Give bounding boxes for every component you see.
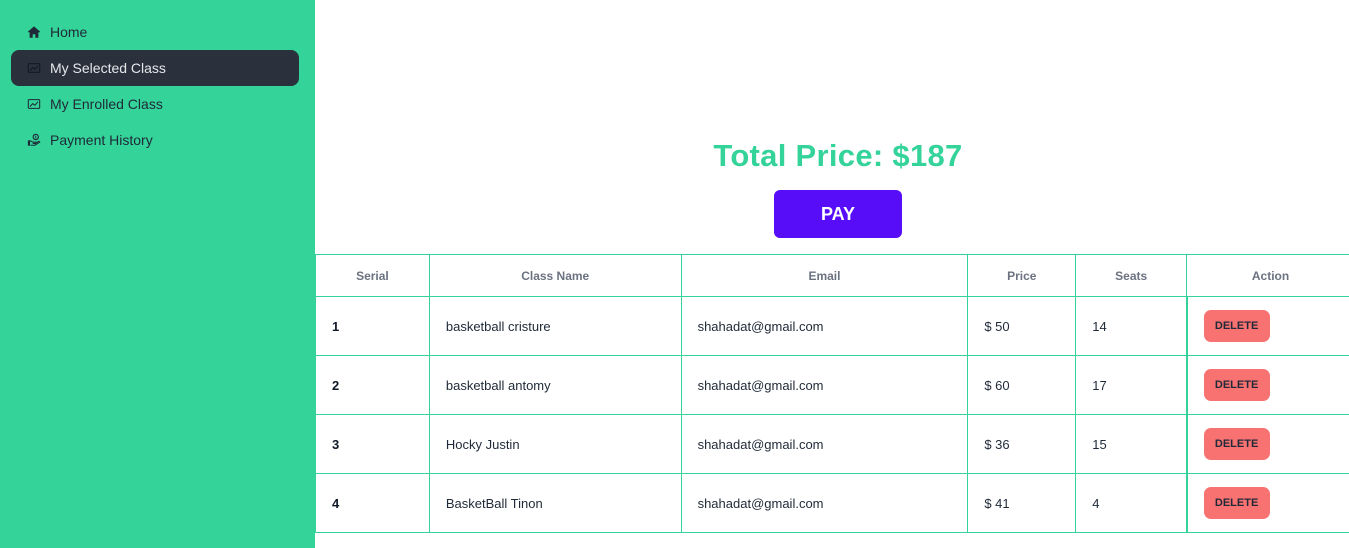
sidebar: Home My Selected Class My Enrolled Class… <box>0 0 315 548</box>
price-cell: $ 36 <box>967 414 1077 474</box>
chart-icon <box>27 61 41 75</box>
hand-coins-icon <box>27 133 41 147</box>
chart-icon <box>27 97 41 111</box>
selected-classes-table: Serial Class Name Email Price Seats Acti… <box>315 254 1349 533</box>
delete-button[interactable]: DELETE <box>1203 310 1270 342</box>
seats-cell: 4 <box>1075 473 1188 533</box>
column-header-class-name: Class Name <box>428 254 682 297</box>
seats-cell: 15 <box>1075 414 1188 474</box>
home-icon <box>27 25 41 39</box>
table-row: 1 basketball cristure shahadat@gmail.com… <box>315 296 1349 356</box>
sidebar-item-label: Home <box>50 24 88 40</box>
table-header-row: Serial Class Name Email Price Seats Acti… <box>315 254 1349 297</box>
action-cell: DELETE <box>1185 473 1349 533</box>
action-cell: DELETE <box>1185 355 1349 415</box>
class-name-cell: Hocky Justin <box>428 414 682 474</box>
pay-button[interactable]: PAY <box>774 190 902 238</box>
class-name-cell: basketball cristure <box>428 296 682 356</box>
total-price: Total Price: $187 <box>713 138 963 173</box>
delete-button[interactable]: DELETE <box>1203 428 1270 460</box>
serial-cell: 1 <box>315 296 430 356</box>
action-cell: DELETE <box>1185 296 1349 356</box>
sidebar-item-my-enrolled-class[interactable]: My Enrolled Class <box>11 86 299 122</box>
sidebar-item-my-selected-class[interactable]: My Selected Class <box>11 50 299 86</box>
price-cell: $ 60 <box>967 355 1077 415</box>
sidebar-item-label: My Selected Class <box>50 60 166 76</box>
column-header-serial: Serial <box>315 254 430 297</box>
seats-cell: 17 <box>1075 355 1188 415</box>
class-name-cell: BasketBall Tinon <box>428 473 682 533</box>
email-cell: shahadat@gmail.com <box>680 473 969 533</box>
action-cell: DELETE <box>1185 414 1349 474</box>
delete-button[interactable]: DELETE <box>1203 369 1270 401</box>
column-header-action: Action <box>1186 254 1349 297</box>
serial-cell: 4 <box>315 473 430 533</box>
table-row: 3 Hocky Justin shahadat@gmail.com $ 36 1… <box>315 414 1349 474</box>
serial-cell: 3 <box>315 414 430 474</box>
seats-cell: 14 <box>1075 296 1188 356</box>
price-cell: $ 41 <box>967 473 1077 533</box>
table-row: 4 BasketBall Tinon shahadat@gmail.com $ … <box>315 473 1349 533</box>
delete-button[interactable]: DELETE <box>1203 487 1270 519</box>
email-cell: shahadat@gmail.com <box>680 296 969 356</box>
main-content: Total Price: $187 PAY Serial Class Name … <box>315 0 1349 548</box>
email-cell: shahadat@gmail.com <box>680 414 969 474</box>
serial-cell: 2 <box>315 355 430 415</box>
sidebar-item-home[interactable]: Home <box>11 14 299 50</box>
column-header-seats: Seats <box>1075 254 1188 297</box>
email-cell: shahadat@gmail.com <box>680 355 969 415</box>
sidebar-item-payment-history[interactable]: Payment History <box>11 122 299 158</box>
class-name-cell: basketball antomy <box>428 355 682 415</box>
column-header-price: Price <box>967 254 1077 297</box>
column-header-email: Email <box>680 254 969 297</box>
price-cell: $ 50 <box>967 296 1077 356</box>
table-row: 2 basketball antomy shahadat@gmail.com $… <box>315 355 1349 415</box>
sidebar-item-label: My Enrolled Class <box>50 96 163 112</box>
sidebar-item-label: Payment History <box>50 132 153 148</box>
